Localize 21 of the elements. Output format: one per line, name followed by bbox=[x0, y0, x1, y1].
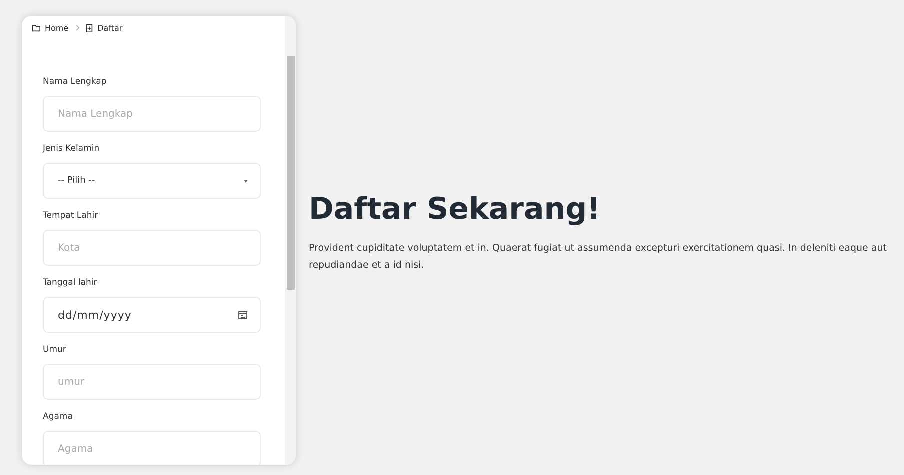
calendar-icon bbox=[238, 310, 248, 320]
document-icon bbox=[84, 24, 94, 32]
breadcrumb-link[interactable]: Daftar bbox=[84, 24, 123, 32]
input-field[interactable]: Agama bbox=[43, 431, 261, 465]
folder-icon bbox=[32, 24, 41, 32]
input-field[interactable]: Kota bbox=[43, 230, 261, 266]
field-label: Tanggal lahir bbox=[43, 277, 98, 289]
date-field[interactable]: dd/mm/yyyy bbox=[43, 297, 261, 333]
field-label: Tempat Lahir bbox=[43, 210, 100, 222]
field-label: Umur bbox=[43, 344, 68, 356]
breadcrumb-link[interactable]: Home bbox=[32, 24, 69, 32]
input-field[interactable]: Nama Lengkap bbox=[43, 96, 261, 132]
field-label: Agama bbox=[43, 411, 74, 423]
gender-select[interactable]: -- Pilih -- bbox=[43, 163, 261, 199]
field-label: Jenis Kelamin bbox=[43, 143, 101, 155]
intro-text: Provident cupiditate voluptatem et in. Quaerat fugiat ut assumenda excepturi exercitationem quasi. In deleniti eaque aut repudiandae et a id nisi. bbox=[309, 242, 888, 273]
field-label: Nama Lengkap bbox=[43, 76, 108, 88]
scrollbar[interactable] bbox=[285, 16, 296, 465]
page-title: Daftar Sekarang! bbox=[309, 191, 602, 229]
input-field[interactable]: umur bbox=[43, 364, 261, 400]
caret-icon bbox=[244, 180, 248, 182]
